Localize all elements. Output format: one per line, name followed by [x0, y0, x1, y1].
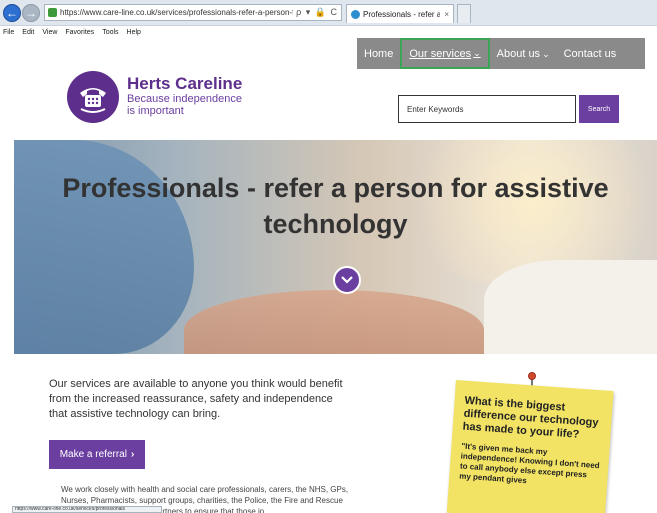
- browser-toolbar: ← → https://www.care-line.co.uk/services…: [0, 0, 657, 26]
- nav-our-services-label: Our services: [409, 47, 472, 60]
- address-bar[interactable]: https://www.care-line.co.uk/services/pro…: [44, 4, 342, 21]
- hero-banner: Professionals - refer a person for assis…: [14, 140, 657, 354]
- intro-paragraph: Our services are available to anyone you…: [49, 378, 343, 420]
- tab-title: Professionals - refer a pers...: [363, 9, 440, 19]
- pushpin-icon: [528, 372, 536, 380]
- menu-bar: File Edit View Favorites Tools Help: [0, 27, 657, 38]
- menu-favorites[interactable]: Favorites: [65, 29, 94, 36]
- menu-edit[interactable]: Edit: [22, 29, 34, 36]
- make-referral-label: Make a referral: [59, 449, 127, 460]
- browser-tab[interactable]: Professionals - refer a pers... ×: [346, 4, 454, 23]
- favicon-icon: [351, 9, 360, 19]
- nav-contact-us[interactable]: Contact us: [557, 48, 624, 60]
- testimonial-note: What is the biggest difference our techn…: [446, 380, 614, 513]
- nav-home[interactable]: Home: [357, 48, 400, 60]
- address-url[interactable]: https://www.care-line.co.uk/services/pro…: [60, 8, 293, 17]
- chevron-right-icon: ›: [130, 449, 135, 460]
- search-button[interactable]: Search: [579, 95, 619, 123]
- logo-title: Herts Careline: [127, 74, 243, 93]
- note-quote: "It's given me back my independence! Kno…: [459, 441, 600, 486]
- forward-arrow-icon[interactable]: →: [22, 4, 40, 22]
- telephone-icon: [67, 71, 119, 123]
- logo-tagline-line2: is important: [127, 105, 184, 117]
- status-bar-url: https://www.care-line.co.uk/services/pro…: [12, 506, 162, 513]
- chevron-down-icon: ⌄: [473, 48, 481, 58]
- search-input[interactable]: [398, 95, 576, 123]
- close-tab-icon[interactable]: ×: [440, 10, 453, 19]
- logo-tagline: Because independence is important: [127, 93, 242, 117]
- main-nav: Home Our services ⌄ About us ⌄ Contact us: [357, 38, 645, 69]
- menu-view[interactable]: View: [42, 29, 57, 36]
- address-tools[interactable]: ρ ▾ 🔒 C: [293, 7, 341, 18]
- chevron-down-icon: [341, 276, 353, 284]
- menu-tools[interactable]: Tools: [102, 29, 118, 36]
- menu-help[interactable]: Help: [127, 29, 141, 36]
- new-tab-button[interactable]: [457, 4, 471, 23]
- lock-icon: [48, 8, 57, 17]
- scroll-down-button[interactable]: [333, 266, 361, 294]
- logo-tagline-line1: Because independence: [127, 93, 242, 105]
- back-arrow-icon[interactable]: ←: [3, 4, 21, 22]
- make-referral-button[interactable]: Make a referral ›: [49, 440, 145, 469]
- chevron-down-icon: ⌄: [542, 48, 550, 59]
- note-question: What is the biggest difference our techn…: [462, 394, 599, 441]
- nav-our-services[interactable]: Our services ⌄: [400, 38, 490, 69]
- hero-image-hands: [184, 290, 484, 354]
- menu-file[interactable]: File: [3, 29, 14, 36]
- hero-image-sleeve: [484, 260, 657, 354]
- site-logo[interactable]: Herts Careline Because independence is i…: [67, 71, 267, 123]
- page-title: Professionals - refer a person for assis…: [62, 173, 609, 239]
- nav-about-us-label: About us: [496, 47, 541, 60]
- nav-about-us[interactable]: About us ⌄: [490, 48, 557, 60]
